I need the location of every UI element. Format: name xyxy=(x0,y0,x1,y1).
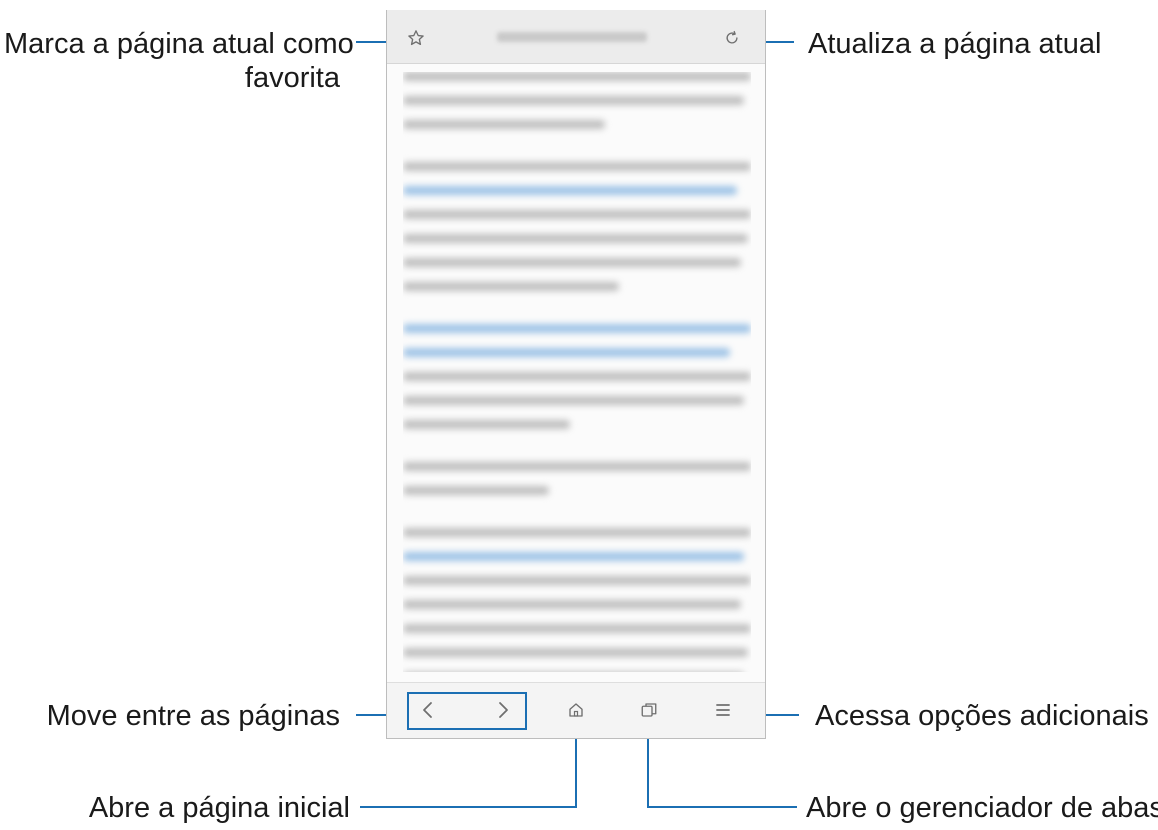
bookmark-callout: Marca a página atual como favorita xyxy=(4,27,354,95)
tabs-icon[interactable] xyxy=(638,699,660,721)
home-icon[interactable] xyxy=(565,699,587,721)
home-callout: Abre a página inicial xyxy=(88,792,350,824)
refresh-callout: Atualiza a página atual xyxy=(808,28,1102,60)
refresh-icon[interactable] xyxy=(721,27,743,49)
home-callout-hline xyxy=(360,806,577,808)
chevron-left-icon[interactable] xyxy=(417,699,439,721)
browser-screen xyxy=(386,10,766,739)
star-outline-icon[interactable] xyxy=(405,27,427,49)
more-options-callout: Acessa opções adicionais xyxy=(815,700,1149,732)
navigate-callout: Move entre as páginas xyxy=(46,700,340,732)
browser-bottom-toolbar xyxy=(387,682,765,738)
bookmark-callout-line1: Marca a página atual como xyxy=(4,28,354,60)
tabs-callout: Abre o gerenciador de abas xyxy=(806,792,1158,824)
web-page-content xyxy=(403,72,751,672)
browser-top-bar xyxy=(387,10,765,64)
tabs-callout-hline xyxy=(647,806,797,808)
chevron-right-icon[interactable] xyxy=(492,699,514,721)
address-bar[interactable] xyxy=(497,32,647,42)
menu-icon[interactable] xyxy=(712,699,734,721)
bookmark-callout-line2: favorita xyxy=(244,62,340,94)
